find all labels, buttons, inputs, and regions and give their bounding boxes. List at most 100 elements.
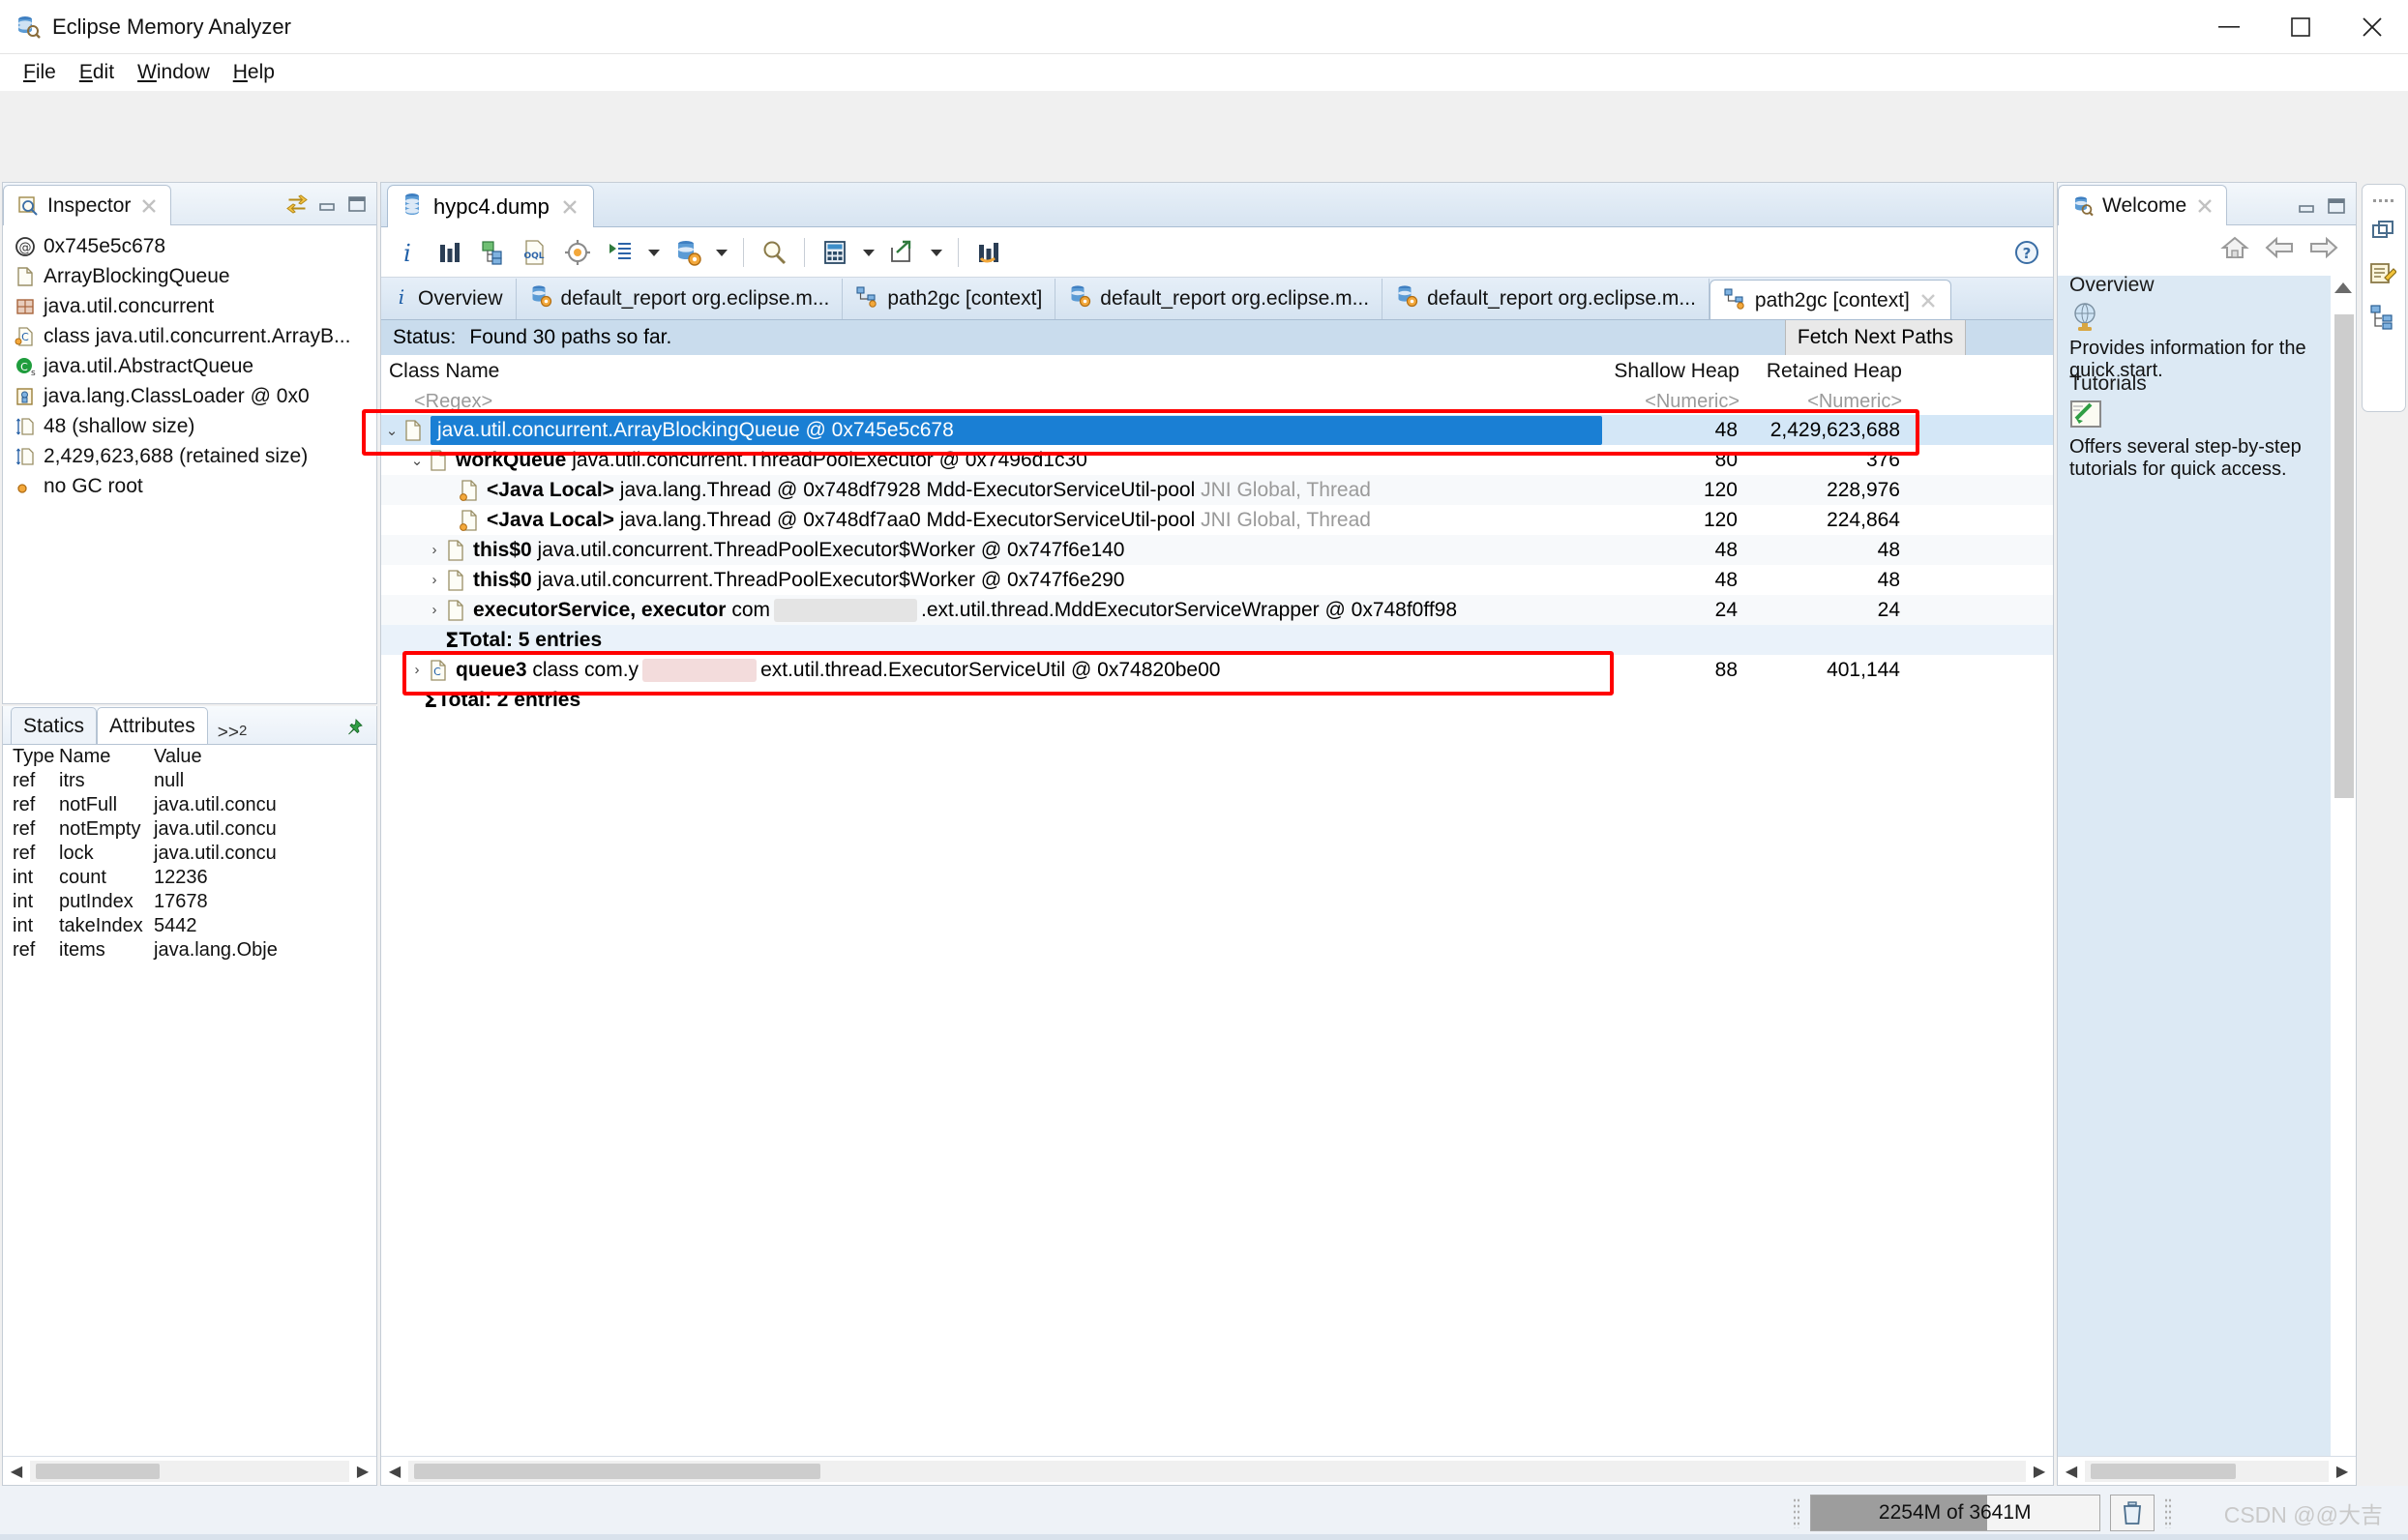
table-row[interactable]: ref items java.lang.Obje xyxy=(3,938,376,962)
compare-icon[interactable] xyxy=(972,236,1005,269)
scroll-left-icon[interactable]: ◀ xyxy=(3,1458,30,1485)
column-header-name[interactable]: Name xyxy=(59,746,152,768)
fetch-next-paths-button[interactable]: Fetch Next Paths xyxy=(1784,320,1966,355)
chevron-down-icon[interactable] xyxy=(646,236,662,269)
scroll-right-icon[interactable]: ▶ xyxy=(349,1458,376,1485)
scroll-up-icon[interactable] xyxy=(2333,280,2354,303)
table-row[interactable]: int count 12236 xyxy=(3,866,376,890)
table-row[interactable]: ref notEmpty java.util.concu xyxy=(3,817,376,842)
table-row[interactable]: ⌄ java.util.concurrent.ArrayBlockingQueu… xyxy=(381,415,2053,445)
heapdump-settings-icon[interactable] xyxy=(671,236,704,269)
help-icon[interactable]: ? xyxy=(2010,236,2043,269)
filter-class-name[interactable]: <Regex> xyxy=(381,388,1602,415)
table-row[interactable]: ref itrs null xyxy=(3,769,376,793)
table-row[interactable]: › executorService, executor com .ext.uti… xyxy=(381,595,2053,625)
resize-grip[interactable] xyxy=(1792,1497,1800,1528)
tab-welcome[interactable]: Welcome xyxy=(2058,185,2228,225)
welcome-vertical-scrollbar[interactable] xyxy=(2331,276,2356,1456)
list-item[interactable]: ArrayBlockingQueue xyxy=(3,261,376,291)
chevron-right-icon[interactable]: › xyxy=(406,662,428,678)
tab-overflow-button[interactable]: >> 2 xyxy=(208,721,253,744)
memory-gauge[interactable]: 2254M of 3641M xyxy=(1809,1495,2100,1531)
list-item[interactable]: 48 (shallow size) xyxy=(3,411,376,441)
filter-shallow-heap[interactable]: <Numeric> xyxy=(1602,388,1747,415)
tab-inspector[interactable]: Inspector xyxy=(3,185,172,225)
scroll-track[interactable] xyxy=(2085,1460,2329,1482)
close-icon[interactable] xyxy=(1918,291,1938,311)
column-header-value[interactable]: Value xyxy=(152,746,376,768)
menu-file[interactable]: File xyxy=(14,57,66,88)
column-header-type[interactable]: Type xyxy=(3,746,59,768)
oql-icon[interactable]: OQL xyxy=(519,236,551,269)
dominator-tree-icon[interactable] xyxy=(2369,303,2398,332)
scroll-left-icon[interactable]: ◀ xyxy=(2058,1462,2085,1481)
chevron-right-icon[interactable]: › xyxy=(424,572,445,588)
table-row[interactable]: › C queue3 class com.y ext.util.thread.E… xyxy=(381,655,2053,685)
tab-default-report-3[interactable]: default_report org.eclipse.m... xyxy=(1382,279,1709,319)
table-row[interactable]: <Java Local> java.lang.Thread @ 0x748df7… xyxy=(381,505,2053,535)
tab-hypc4-dump[interactable]: hypc4.dump xyxy=(387,185,594,227)
run-expert-icon[interactable] xyxy=(604,236,637,269)
maximize-icon[interactable] xyxy=(347,195,367,219)
table-row[interactable]: ⌄ workQueue java.util.concurrent.ThreadP… xyxy=(381,445,2053,475)
drag-handle-dots[interactable] xyxy=(2373,196,2394,204)
scroll-left-icon[interactable]: ◀ xyxy=(381,1458,408,1485)
table-row[interactable]: › this$0 java.util.concurrent.ThreadPool… xyxy=(381,535,2053,565)
chevron-right-icon[interactable]: › xyxy=(424,602,445,618)
tab-statics[interactable]: Statics xyxy=(11,707,98,744)
minimize-button[interactable] xyxy=(2193,0,2265,54)
close-icon[interactable] xyxy=(139,196,159,216)
list-item[interactable]: Cs java.util.AbstractQueue xyxy=(3,351,376,381)
close-button[interactable] xyxy=(2336,0,2408,54)
inspector-horizontal-scrollbar[interactable]: ◀ ▶ xyxy=(3,1456,376,1485)
minimize-icon[interactable] xyxy=(318,195,338,219)
tab-overview[interactable]: i Overview xyxy=(381,279,517,319)
tab-path2gc-1[interactable]: path2gc [context] xyxy=(843,279,1056,319)
chevron-right-icon[interactable]: › xyxy=(424,542,445,558)
back-icon[interactable] xyxy=(2265,236,2294,265)
close-icon[interactable] xyxy=(560,197,580,217)
link-with-editor-icon[interactable] xyxy=(285,193,309,221)
menu-edit[interactable]: Edit xyxy=(70,57,124,88)
welcome-horizontal-scrollbar[interactable]: ◀ ▶ xyxy=(2058,1456,2356,1485)
dominator-tree-icon[interactable] xyxy=(476,236,509,269)
chevron-down-icon[interactable] xyxy=(861,236,877,269)
histogram-icon[interactable] xyxy=(433,236,466,269)
table-row[interactable]: ref lock java.util.concu xyxy=(3,842,376,866)
column-header-retained-heap[interactable]: Retained Heap xyxy=(1747,355,1910,388)
list-item[interactable]: @ 0x745e5c678 xyxy=(3,231,376,261)
scroll-thumb[interactable] xyxy=(36,1463,160,1479)
export-icon[interactable] xyxy=(886,236,919,269)
pin-icon[interactable] xyxy=(343,717,365,744)
restore-icon[interactable] xyxy=(2369,218,2398,247)
forward-icon[interactable] xyxy=(2309,236,2338,265)
scroll-thumb[interactable] xyxy=(2091,1463,2236,1479)
chevron-down-icon[interactable]: ⌄ xyxy=(406,452,428,469)
column-header-class-name[interactable]: Class Name xyxy=(381,355,1602,388)
chevron-down-icon[interactable]: ⌄ xyxy=(381,422,402,439)
search-icon[interactable] xyxy=(758,236,790,269)
trash-icon[interactable] xyxy=(2109,1495,2155,1531)
home-icon[interactable] xyxy=(2220,234,2249,267)
list-item[interactable]: C class java.util.concurrent.ArrayB... xyxy=(3,321,376,351)
query-browser-icon[interactable] xyxy=(561,236,594,269)
scroll-right-icon[interactable]: ▶ xyxy=(2329,1462,2356,1481)
table-row[interactable]: › this$0 java.util.concurrent.ThreadPool… xyxy=(381,565,2053,595)
menu-help[interactable]: Help xyxy=(223,57,284,88)
maximize-icon[interactable] xyxy=(2327,197,2346,221)
tab-attributes[interactable]: Attributes xyxy=(97,707,208,744)
tab-default-report-1[interactable]: default_report org.eclipse.m... xyxy=(517,279,844,319)
column-header-shallow-heap[interactable]: Shallow Heap xyxy=(1602,355,1747,388)
tab-path2gc-active[interactable]: path2gc [context] xyxy=(1709,280,1951,319)
close-icon[interactable] xyxy=(2195,196,2215,216)
notes-icon[interactable] xyxy=(2369,260,2398,289)
calculator-icon[interactable] xyxy=(818,236,851,269)
table-row[interactable]: int putIndex 17678 xyxy=(3,890,376,914)
resize-grip[interactable] xyxy=(2163,1497,2172,1528)
list-item[interactable]: java.lang.ClassLoader @ 0x0 xyxy=(3,381,376,411)
menu-window[interactable]: Window xyxy=(128,57,220,88)
maximize-button[interactable] xyxy=(2265,0,2336,54)
scroll-right-icon[interactable]: ▶ xyxy=(2026,1458,2053,1485)
filter-retained-heap[interactable]: <Numeric> xyxy=(1747,388,1910,415)
list-item[interactable]: 2,429,623,688 (retained size) xyxy=(3,441,376,471)
